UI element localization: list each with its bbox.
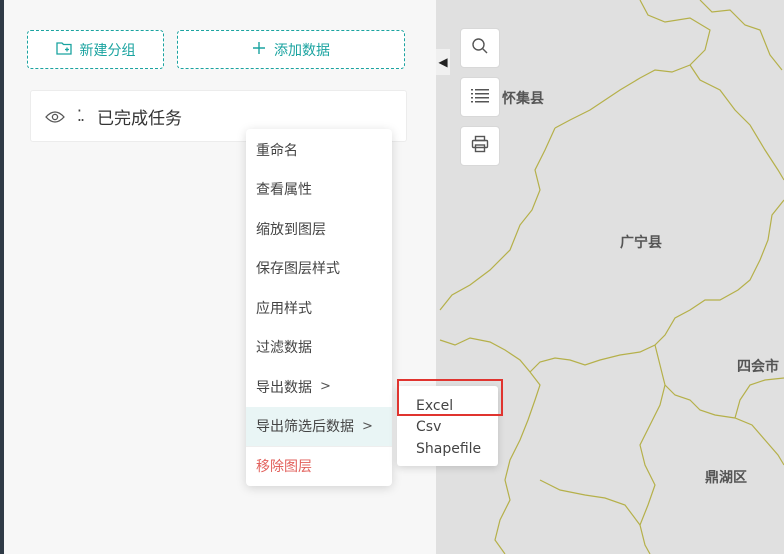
menu-item-label: 保存图层样式 <box>256 261 340 278</box>
new-group-label: 新建分组 <box>79 42 136 59</box>
folder-add-icon <box>55 41 72 58</box>
map-legend-button[interactable] <box>460 77 500 117</box>
export-format-submenu: Excel Csv Shapefile <box>397 386 498 466</box>
print-icon <box>471 135 489 157</box>
menu-item-label: 查看属性 <box>256 182 312 199</box>
menu-item-label: 重命名 <box>256 142 298 159</box>
submenu-item-excel[interactable]: Excel <box>397 395 498 417</box>
map-label-dinghu: 鼎湖区 <box>705 470 747 486</box>
map-print-button[interactable] <box>460 126 500 166</box>
layer-context-menu: 重命名 查看属性 缩放到图层 保存图层样式 应用样式 过滤数据 导出数据 > 导… <box>246 129 392 486</box>
chevron-right-icon: > <box>362 418 373 434</box>
map-search-button[interactable] <box>460 28 500 68</box>
menu-item-view-properties[interactable]: 查看属性 <box>246 170 392 210</box>
menu-item-rename[interactable]: 重命名 <box>246 130 392 170</box>
menu-item-label: 导出数据 <box>256 379 312 396</box>
menu-item-filter-data[interactable]: 过滤数据 <box>246 328 392 368</box>
add-data-label: 添加数据 <box>274 42 330 59</box>
menu-item-apply-style[interactable]: 应用样式 <box>246 288 392 328</box>
menu-item-export-filtered-data[interactable]: 导出筛选后数据 > <box>246 406 392 446</box>
map-label-huaiji: 怀集县 <box>502 91 544 107</box>
menu-item-label: 应用样式 <box>256 300 312 317</box>
menu-item-label: 过滤数据 <box>256 340 312 357</box>
submenu-item-csv[interactable]: Csv <box>397 417 498 439</box>
menu-item-zoom-to-layer[interactable]: 缩放到图层 <box>246 209 392 249</box>
menu-item-save-layer-style[interactable]: 保存图层样式 <box>246 249 392 289</box>
add-data-button[interactable]: 添加数据 <box>177 30 405 69</box>
search-icon <box>471 37 489 59</box>
menu-item-label: 缩放到图层 <box>256 221 326 238</box>
menu-item-export-data[interactable]: 导出数据 > <box>246 367 392 407</box>
chevron-right-icon: > <box>320 379 331 395</box>
caret-left-icon: ◀ <box>438 55 448 69</box>
map-label-guangning: 广宁县 <box>620 235 662 251</box>
drag-handle-icon[interactable]: ⁚. <box>71 108 89 124</box>
layer-name: 已完成任务 <box>97 108 182 129</box>
menu-item-label: 移除图层 <box>256 459 312 476</box>
menu-item-remove-layer[interactable]: 移除图层 <box>246 446 392 486</box>
new-group-button[interactable]: 新建分组 <box>27 30 164 69</box>
eye-icon[interactable] <box>45 109 65 123</box>
submenu-item-shapefile[interactable]: Shapefile <box>397 438 498 460</box>
plus-icon <box>252 41 266 58</box>
collapse-panel-button[interactable]: ◀ <box>436 49 450 75</box>
list-icon <box>470 87 490 107</box>
map-label-sihui: 四会市 <box>737 359 779 375</box>
menu-item-label: 导出筛选后数据 <box>256 419 354 436</box>
